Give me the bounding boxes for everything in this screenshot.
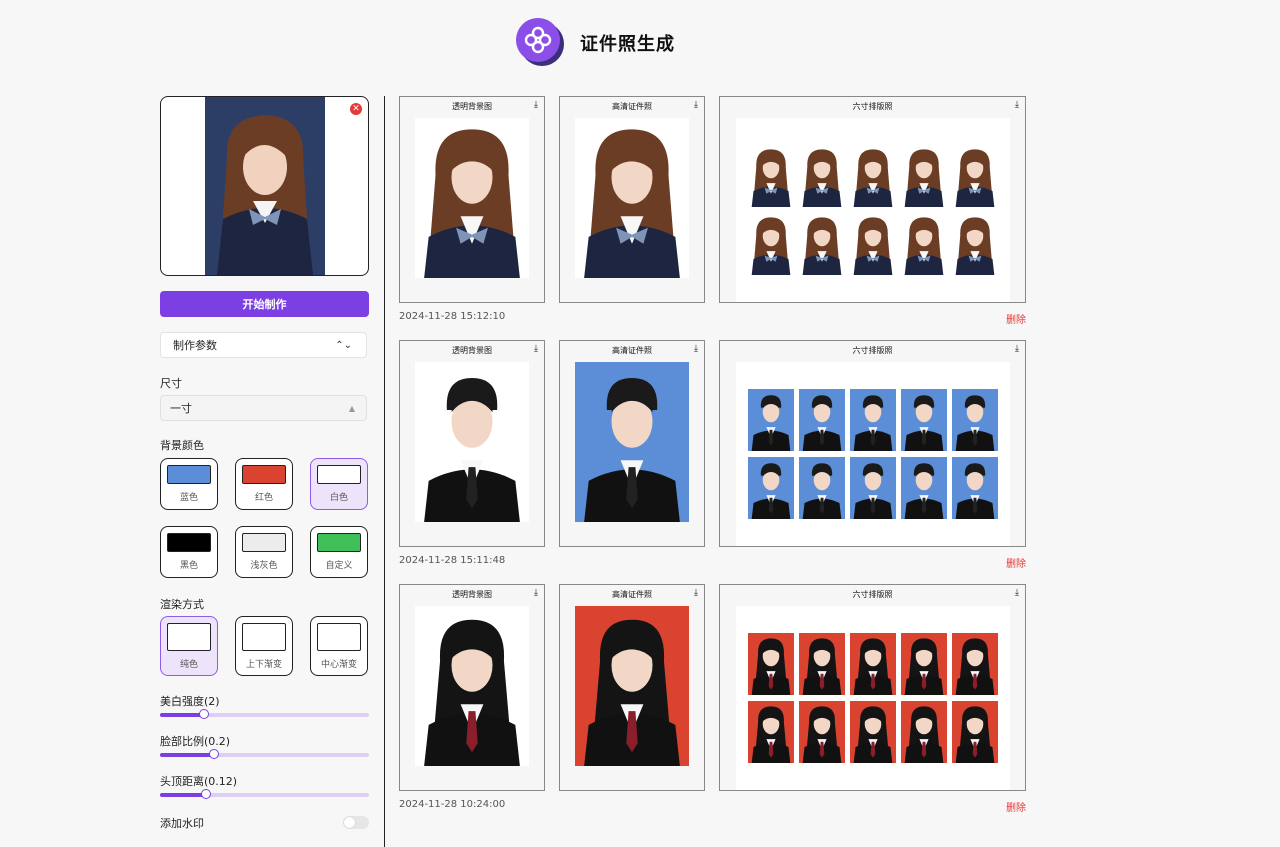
bg-option-label: 红色 [254, 493, 273, 503]
color-swatch [242, 533, 286, 552]
photo-preview [736, 118, 1010, 302]
color-swatch [167, 533, 211, 552]
render-option[interactable]: 纯色 [160, 616, 218, 676]
photo-card-transparent[interactable]: 透明背景图 ⤓ [399, 340, 545, 547]
bg-option-label: 自定义 [325, 561, 353, 571]
slider-thumb[interactable] [198, 709, 209, 719]
size-label: 尺寸 [160, 377, 182, 390]
upload-area[interactable]: ✕ [160, 96, 369, 276]
select-arrows-icon: ▲ [348, 404, 355, 413]
slider-fill [160, 713, 204, 717]
photo-card-layout[interactable]: 六寸排版照 ⤓ [719, 340, 1026, 547]
color-swatch [317, 465, 361, 484]
slider-track[interactable] [160, 709, 369, 719]
toggle-knob [344, 817, 355, 828]
slider-label: 脸部比例(0.2) [160, 735, 231, 748]
slider-track[interactable] [160, 789, 369, 799]
app-logo-icon [516, 18, 564, 66]
render-preview [167, 623, 211, 651]
render-option-label: 中心渐变 [320, 660, 357, 670]
bg-option[interactable]: 自定义 [310, 526, 368, 578]
bg-option[interactable]: 蓝色 [160, 458, 218, 510]
bg-option-label: 白色 [329, 493, 348, 503]
photo-preview [575, 118, 689, 278]
photo-card-hd[interactable]: 高清证件照 ⤓ [559, 340, 705, 547]
start-button[interactable]: 开始制作 [160, 291, 369, 317]
timestamp: 2024-11-28 10:24:00 [399, 799, 506, 810]
delete-button[interactable]: 删除 [1006, 555, 1026, 570]
delete-button[interactable]: 删除 [1006, 799, 1026, 814]
bg-option-label: 黑色 [179, 561, 198, 571]
photo-preview [575, 362, 689, 522]
color-swatch [242, 465, 286, 484]
size-select[interactable]: 一寸 ▲ [160, 395, 367, 421]
bg-option-label: 浅灰色 [250, 561, 278, 571]
render-mode-label: 渲染方式 [160, 598, 204, 611]
remove-photo-button[interactable]: ✕ [350, 103, 362, 115]
bg-option[interactable]: 浅灰色 [235, 526, 293, 578]
photo-preview [415, 362, 529, 522]
size-value: 一寸 [170, 402, 192, 415]
bg-option[interactable]: 黑色 [160, 526, 218, 578]
uploaded-photo [205, 97, 325, 275]
photo-card-transparent[interactable]: 透明背景图 ⤓ [399, 96, 545, 303]
history-record: 透明背景图 ⤓ 高清证件照 ⤓ 六寸排版照 ⤓ 2024-11-28 15:12:10 删除 [399, 96, 1026, 336]
history-record: 透明背景图 ⤓ 高清证件照 ⤓ 六寸排版照 ⤓ 2024-11-28 15:11:48 删除 [399, 340, 1026, 580]
chevron-updown-icon: ⌃⌄ [335, 340, 352, 351]
panel-divider [384, 96, 385, 847]
app-title: 证件照生成 [580, 34, 675, 55]
photo-card-layout[interactable]: 六寸排版照 ⤓ [719, 96, 1026, 303]
render-option-label: 上下渐变 [245, 660, 282, 670]
delete-button[interactable]: 删除 [1006, 311, 1026, 326]
photo-preview [415, 606, 529, 766]
slider-thumb[interactable] [209, 749, 220, 759]
color-swatch [317, 533, 361, 552]
watermark-label: 添加水印 [160, 817, 204, 830]
slider-label: 美白强度(2) [160, 695, 220, 708]
params-label: 制作参数 [173, 339, 217, 352]
slider-track[interactable] [160, 749, 369, 759]
render-option-label: 纯色 [179, 660, 198, 670]
photo-card-hd[interactable]: 高清证件照 ⤓ [559, 96, 705, 303]
bg-option-label: 蓝色 [179, 493, 198, 503]
color-swatch [167, 465, 211, 484]
photo-card-transparent[interactable]: 透明背景图 ⤓ [399, 584, 545, 791]
photo-preview [736, 606, 1010, 790]
slider-label: 头顶距离(0.12) [160, 775, 238, 788]
render-preview [317, 623, 361, 651]
watermark-toggle[interactable] [343, 816, 369, 829]
bg-option[interactable]: 白色 [310, 458, 368, 510]
slider-thumb[interactable] [200, 789, 211, 799]
header: 证件照生成 [0, 0, 1280, 86]
bg-color-label: 背景颜色 [160, 439, 204, 452]
render-option[interactable]: 上下渐变 [235, 616, 293, 676]
render-preview [242, 623, 286, 651]
params-dropdown[interactable]: 制作参数 ⌃⌄ [160, 332, 367, 358]
slider-fill [160, 793, 206, 797]
slider-fill [160, 753, 215, 757]
history-record: 透明背景图 ⤓ 高清证件照 ⤓ 六寸排版照 ⤓ 2024-11-28 10:24:00 删除 [399, 584, 1026, 824]
photo-preview [736, 362, 1010, 546]
timestamp: 2024-11-28 15:12:10 [399, 311, 506, 322]
bg-option[interactable]: 红色 [235, 458, 293, 510]
timestamp: 2024-11-28 15:11:48 [399, 555, 506, 566]
photo-card-hd[interactable]: 高清证件照 ⤓ [559, 584, 705, 791]
photo-preview [575, 606, 689, 766]
photo-preview [415, 118, 529, 278]
photo-card-layout[interactable]: 六寸排版照 ⤓ [719, 584, 1026, 791]
render-option[interactable]: 中心渐变 [310, 616, 368, 676]
